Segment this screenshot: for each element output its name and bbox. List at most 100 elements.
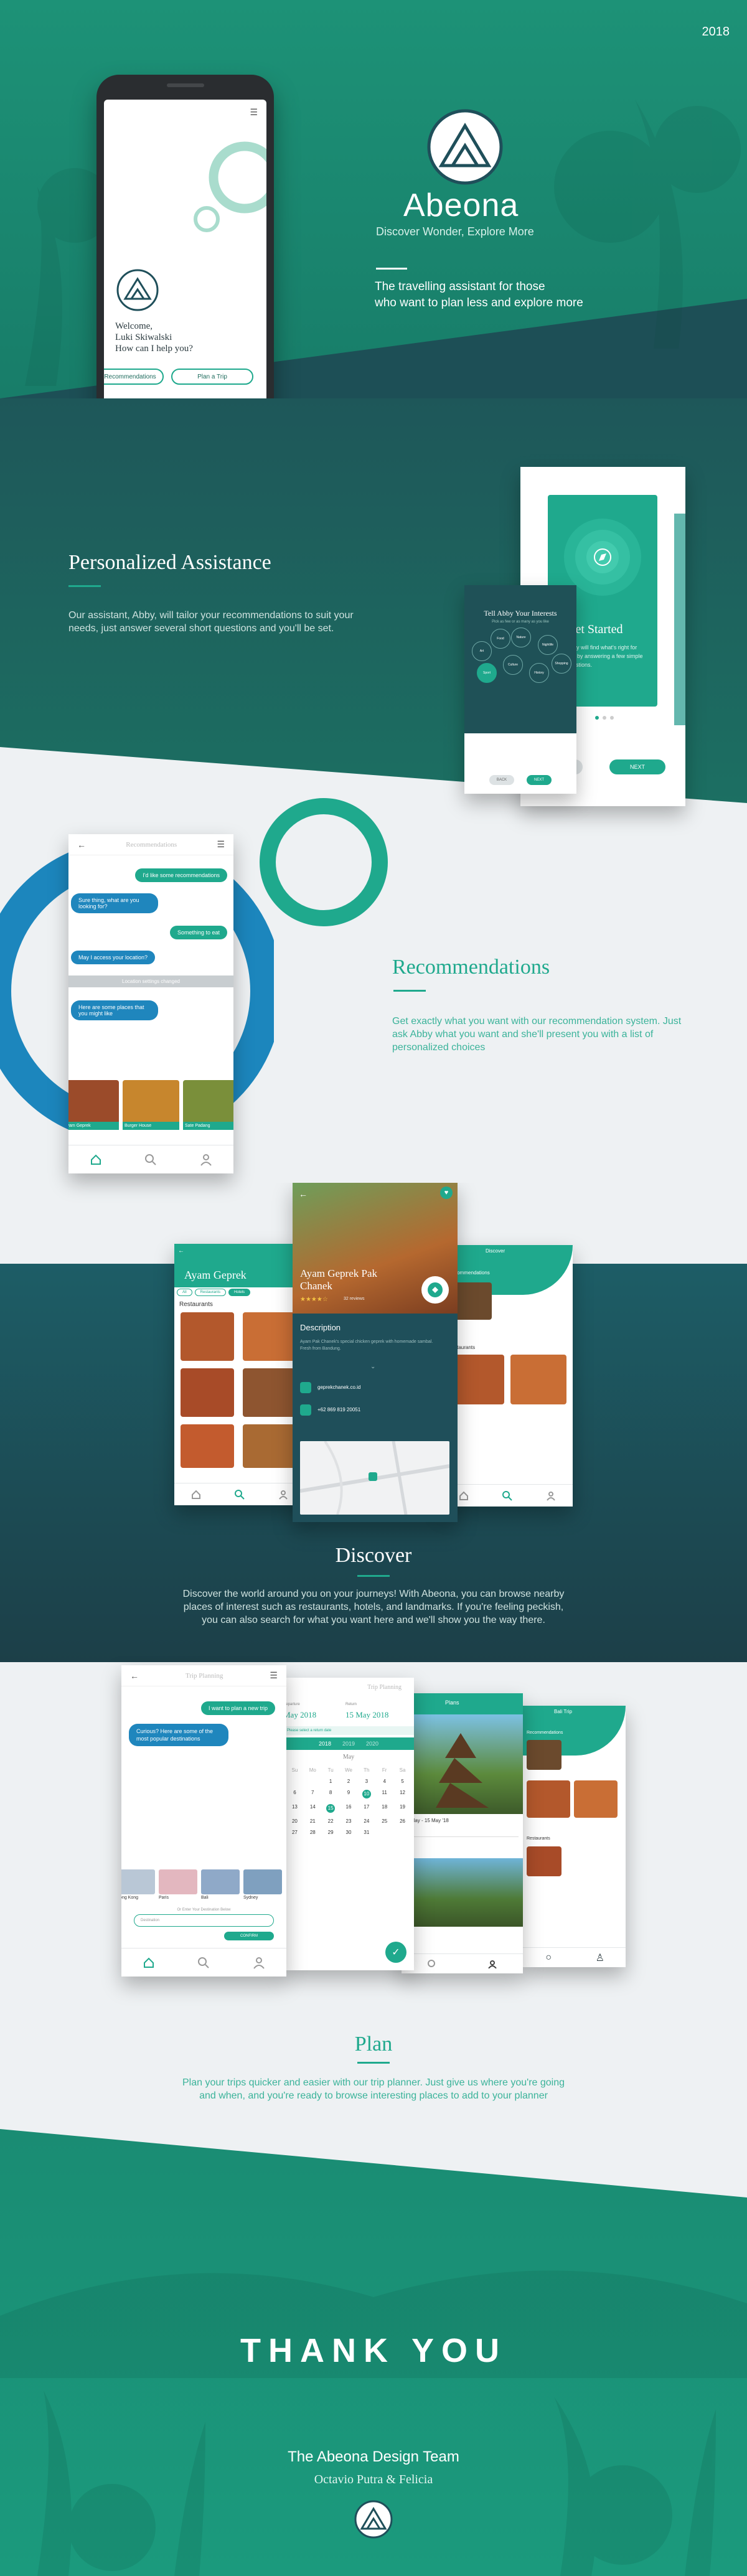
calendar-day[interactable]: 26 — [393, 1818, 411, 1824]
phone-number[interactable]: +62 869 819 20051 — [317, 1407, 360, 1413]
food-thumb[interactable] — [527, 1846, 561, 1876]
chevron-down-icon[interactable]: ⌄ — [370, 1363, 375, 1370]
back-arrow-icon[interactable]: ← — [178, 1248, 184, 1254]
calendar-day[interactable]: 11 — [375, 1790, 393, 1798]
calendar-day[interactable]: 29 — [322, 1830, 340, 1835]
home-icon[interactable] — [189, 1488, 203, 1502]
calendar-day[interactable]: 13 — [286, 1804, 304, 1813]
back-arrow-icon[interactable]: ← — [130, 1671, 139, 1681]
calendar-day[interactable]: 12 — [393, 1790, 411, 1798]
calendar-day[interactable]: 8 — [322, 1790, 340, 1798]
profile-icon[interactable] — [199, 1153, 213, 1167]
calendar-day[interactable]: 23 — [340, 1818, 358, 1824]
food-thumb[interactable] — [181, 1312, 234, 1361]
calendar-day[interactable]: 25 — [375, 1818, 393, 1824]
destination-card[interactable]: Sydney — [243, 1869, 282, 1900]
search-icon[interactable]: ○ — [542, 1951, 555, 1965]
profile-icon[interactable] — [544, 1489, 558, 1503]
calendar-day[interactable]: 31 — [357, 1830, 375, 1835]
map-preview[interactable] — [299, 1440, 450, 1515]
interest-bubble[interactable]: Art — [472, 641, 492, 661]
recommendation-card[interactable]: Ayam Geprek — [68, 1080, 119, 1130]
calendar-day[interactable]: 21 — [304, 1818, 322, 1824]
food-thumb[interactable] — [181, 1368, 234, 1417]
profile-icon[interactable] — [276, 1488, 290, 1502]
calendar-day[interactable]: 9 — [340, 1790, 358, 1798]
home-icon[interactable] — [457, 1489, 471, 1503]
calendar-day[interactable]: 30 — [340, 1830, 358, 1835]
website-link[interactable]: geprekchanek.co.id — [317, 1384, 360, 1390]
calendar-day[interactable]: 17 — [357, 1804, 375, 1813]
interest-bubble[interactable]: History — [529, 663, 549, 683]
calendar-day[interactable]: 14 — [304, 1804, 322, 1813]
calendar-day[interactable]: 7 — [304, 1790, 322, 1798]
back-arrow-icon[interactable]: ← — [77, 840, 86, 850]
profile-icon[interactable] — [252, 1956, 266, 1970]
calendar-day[interactable]: 5 — [393, 1779, 411, 1784]
interest-bubble[interactable]: Sport — [477, 663, 497, 683]
calendar-day[interactable]: 2 — [340, 1779, 358, 1784]
recommendation-card[interactable]: Burger House — [123, 1080, 179, 1130]
filter-chip[interactable]: All — [177, 1289, 192, 1296]
chip-plan-trip[interactable]: Plan a Trip — [171, 369, 253, 385]
food-thumb[interactable] — [243, 1312, 296, 1361]
food-thumb[interactable] — [510, 1355, 566, 1404]
favorite-icon[interactable]: ♥ — [440, 1187, 453, 1199]
calendar-day[interactable]: 27 — [286, 1830, 304, 1835]
profile-icon[interactable] — [486, 1957, 499, 1971]
filter-chip[interactable]: Hotels — [228, 1289, 251, 1296]
food-thumb[interactable] — [574, 1780, 618, 1818]
interest-bubble[interactable]: Nightlife — [538, 635, 558, 655]
calendar-day[interactable]: 18 — [375, 1804, 393, 1813]
search-icon[interactable] — [197, 1956, 210, 1970]
return-date[interactable]: 15 May 2018 — [345, 1710, 388, 1720]
food-thumb[interactable] — [243, 1424, 296, 1468]
menu-icon[interactable]: ☰ — [217, 839, 225, 850]
calendar-day[interactable]: 10 — [362, 1790, 371, 1798]
next-button[interactable]: NEXT — [609, 759, 665, 774]
search-icon[interactable] — [144, 1153, 157, 1167]
destination-input[interactable]: Destination — [134, 1914, 274, 1927]
home-icon[interactable] — [142, 1956, 156, 1970]
food-thumb[interactable] — [527, 1780, 570, 1818]
profile-icon[interactable]: ♙ — [593, 1951, 607, 1965]
calendar-day[interactable]: 16 — [340, 1804, 358, 1813]
home-icon[interactable] — [89, 1153, 103, 1167]
back-arrow-icon[interactable]: ← — [299, 1189, 308, 1199]
calendar-day[interactable]: 22 — [322, 1818, 340, 1824]
search-icon[interactable] — [425, 1957, 439, 1971]
calendar-day[interactable]: 28 — [304, 1830, 322, 1835]
calendar-day[interactable]: 6 — [286, 1790, 304, 1798]
interests-next-button[interactable]: NEXT — [527, 775, 552, 785]
interest-bubble[interactable]: Culture — [503, 655, 523, 675]
year-selector[interactable]: 2018 2019 2020 — [283, 1737, 414, 1750]
filter-chip[interactable]: Restaurants — [194, 1289, 227, 1296]
search-icon[interactable] — [233, 1488, 247, 1502]
confirm-button[interactable]: CONFIRM — [224, 1932, 274, 1940]
calendar-day[interactable]: 19 — [393, 1804, 411, 1813]
destination-card[interactable]: Paris — [159, 1869, 197, 1900]
recommendation-card[interactable]: Sate Padang — [183, 1080, 233, 1130]
calendar-day[interactable]: 1 — [322, 1779, 340, 1784]
calendar-day[interactable]: 20 — [286, 1818, 304, 1824]
directions-button[interactable] — [421, 1276, 449, 1304]
calendar-day[interactable]: 24 — [357, 1818, 375, 1824]
interest-bubble[interactable]: Shopping — [552, 654, 571, 674]
chip-recommendations[interactable]: Recommendations — [104, 369, 164, 385]
interest-bubble[interactable]: Nature — [511, 628, 531, 647]
confirm-check-icon[interactable]: ✓ — [385, 1942, 406, 1963]
interests-back-button[interactable]: BACK — [489, 775, 514, 785]
year-option[interactable]: 2018 — [319, 1741, 331, 1747]
search-icon[interactable] — [500, 1489, 514, 1503]
place-thumb[interactable] — [527, 1740, 561, 1770]
food-thumb[interactable] — [243, 1368, 296, 1417]
calendar-day[interactable]: 4 — [375, 1779, 393, 1784]
calendar-day[interactable]: 15 — [326, 1804, 336, 1813]
menu-icon[interactable]: ☰ — [270, 1670, 278, 1681]
food-thumb[interactable] — [181, 1424, 234, 1468]
destination-card[interactable]: Bali — [201, 1869, 240, 1900]
calendar-day[interactable]: 3 — [357, 1779, 375, 1784]
departure-date[interactable]: May 2018 — [283, 1710, 316, 1720]
interest-bubble[interactable]: Food — [491, 629, 510, 649]
menu-icon[interactable]: ☰ — [250, 107, 258, 118]
